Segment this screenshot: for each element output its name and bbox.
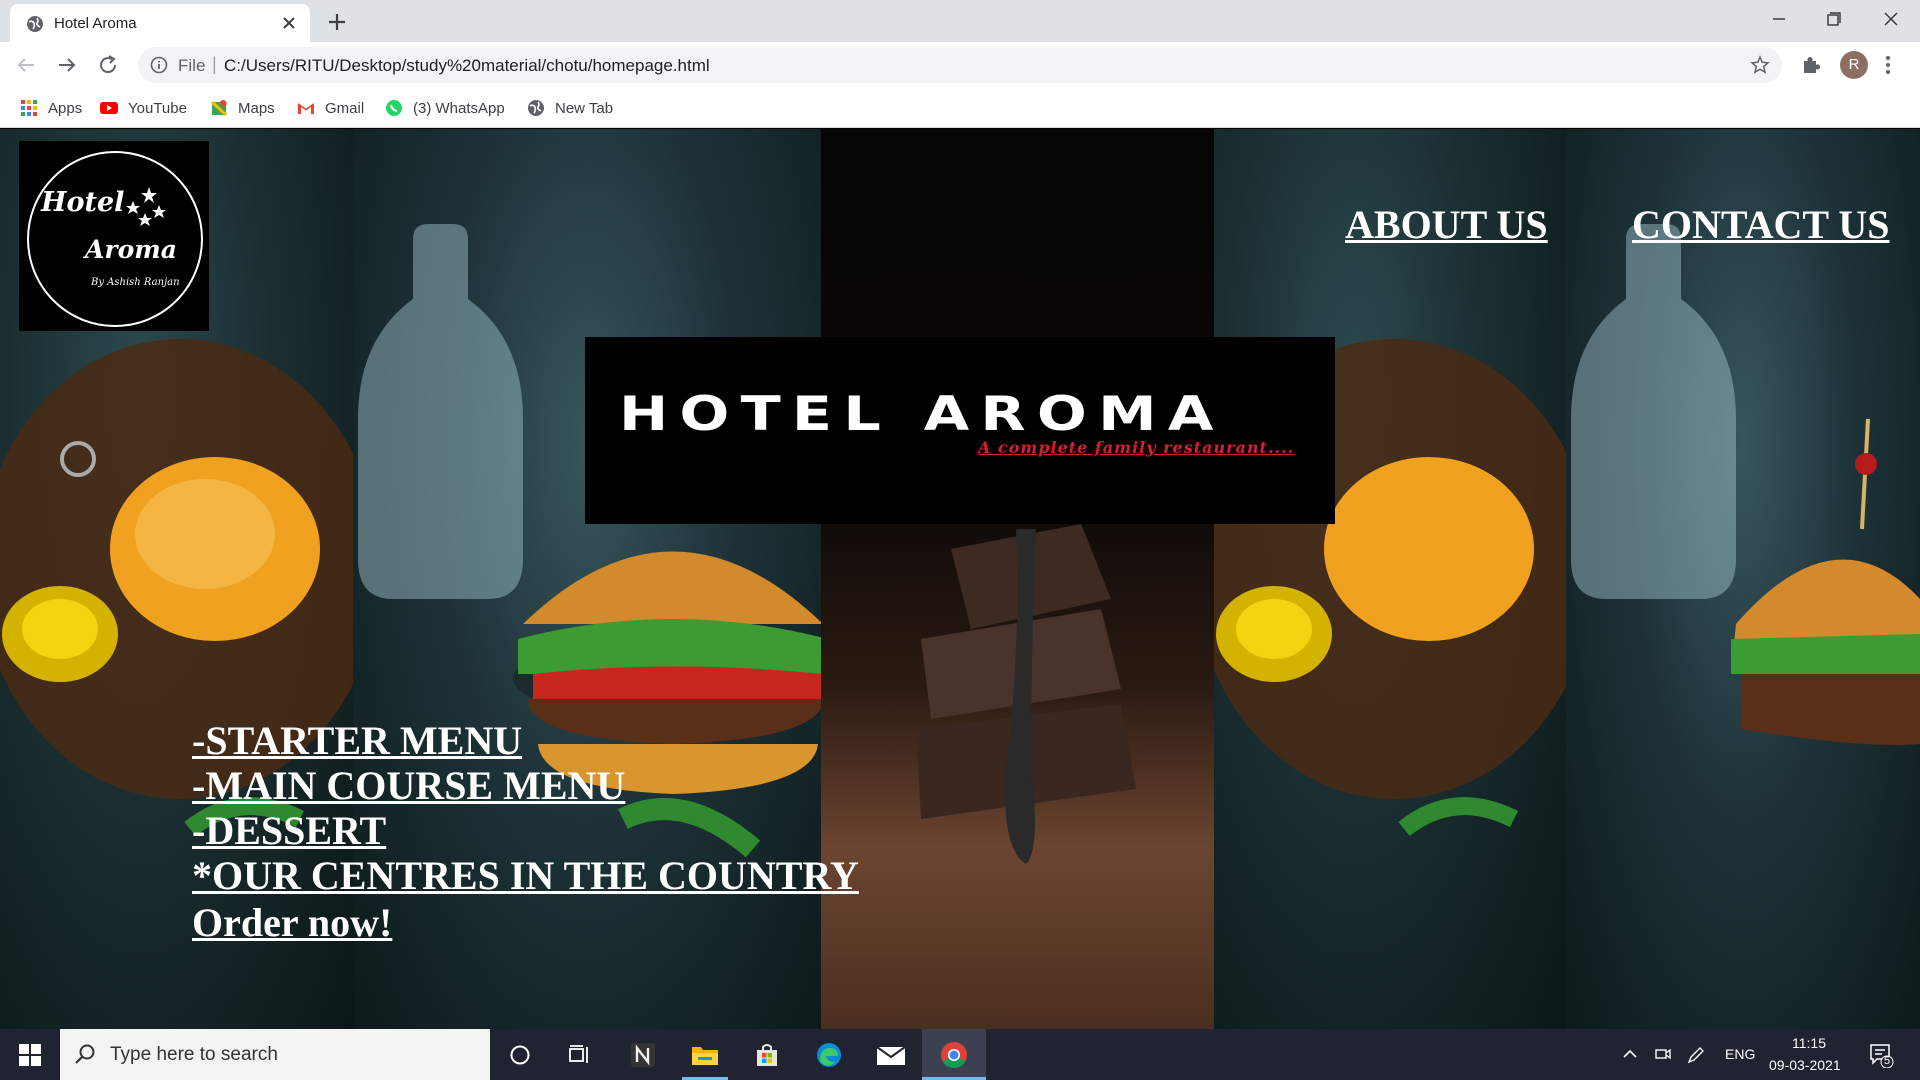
- folder-icon: [692, 1046, 718, 1065]
- close-tab-icon[interactable]: [280, 14, 298, 32]
- tab-title: Hotel Aroma: [54, 15, 137, 32]
- search-placeholder: Type here to search: [110, 1044, 278, 1065]
- bookmark-new-tab[interactable]: New Tab: [527, 96, 613, 120]
- hotel-aroma-logo: Hotel Aroma By Ashish Ranjan: [19, 141, 209, 331]
- about-us-link[interactable]: ABOUT US: [1345, 201, 1548, 248]
- restore-icon[interactable]: [1820, 8, 1846, 30]
- browser-toolbar: File | C:/Users/RITU/Desktop/study%20mat…: [0, 42, 1920, 88]
- bookmark-label: (3) WhatsApp: [413, 99, 505, 117]
- mail-envelope-icon: [876, 1045, 906, 1065]
- meet-now-icon[interactable]: [1654, 1045, 1672, 1063]
- bookmark-star-icon[interactable]: [1750, 55, 1770, 75]
- order-now-link[interactable]: Order now!: [192, 900, 859, 945]
- banner-title: HOTEL AROMA: [619, 387, 1225, 442]
- taskbar-app-file-explorer[interactable]: [682, 1029, 728, 1080]
- minimize-icon[interactable]: [1766, 8, 1792, 30]
- hotel-aroma-homepage: Hotel Aroma By Ashish Ranjan ABOUT US CO…: [0, 129, 1920, 1029]
- search-icon: [75, 1044, 95, 1064]
- back-arrow-icon[interactable]: [14, 53, 38, 77]
- task-view-icon: [569, 1044, 588, 1063]
- taskbar-app-notion[interactable]: [620, 1029, 666, 1080]
- globe-icon: [27, 16, 43, 32]
- bookmark-apps[interactable]: Apps: [20, 96, 82, 120]
- url-scheme: File: [178, 56, 206, 75]
- stars-icon: [126, 187, 166, 226]
- bookmarks-bar: Apps YouTube Maps Gmail (3) WhatsApp New…: [0, 88, 1920, 128]
- taskbar-app-edge[interactable]: [806, 1029, 852, 1080]
- forward-arrow-icon[interactable]: [55, 53, 79, 77]
- extensions-puzzle-icon[interactable]: [1800, 54, 1822, 76]
- chevron-up-icon[interactable]: [1622, 1047, 1638, 1061]
- apps-grid-icon: [21, 100, 37, 116]
- background-chocolate-panel: [821, 129, 1214, 1029]
- menu-links: -STARTER MENU -MAIN COURSE MENU -DESSERT…: [192, 718, 859, 945]
- burger-illustration-repeat: [1214, 339, 1566, 837]
- start-button[interactable]: [0, 1029, 60, 1080]
- profile-avatar[interactable]: R: [1840, 51, 1868, 79]
- bookmark-gmail[interactable]: Gmail: [297, 96, 364, 120]
- edge-icon: [817, 1042, 841, 1067]
- bookmark-label: Maps: [238, 99, 275, 117]
- task-view-button[interactable]: [558, 1029, 602, 1080]
- contact-us-link[interactable]: CONTACT US: [1632, 201, 1889, 248]
- notification-count-badge: 5: [1884, 1055, 1891, 1067]
- windows-taskbar: Type here to search ENG 11:15 09-03-2021…: [0, 1029, 1920, 1080]
- logo-text-hotel: Hotel: [41, 187, 125, 218]
- bookmark-whatsapp[interactable]: (3) WhatsApp: [385, 96, 505, 120]
- reload-icon[interactable]: [96, 53, 120, 77]
- gmail-icon: [298, 103, 314, 114]
- cortana-button[interactable]: [498, 1029, 542, 1080]
- new-tab-icon[interactable]: [326, 11, 348, 33]
- taskbar-app-mail[interactable]: [868, 1029, 914, 1080]
- notion-icon: [631, 1042, 655, 1067]
- bookmark-youtube[interactable]: YouTube: [100, 96, 187, 120]
- bookmark-maps[interactable]: Maps: [210, 96, 275, 120]
- hero-banner: HOTEL AROMA A complete family restaurant…: [585, 337, 1335, 524]
- burger-bottle-illustration-repeat: [1571, 224, 1920, 745]
- chrome-icon: [941, 1042, 967, 1069]
- clock-time[interactable]: 11:15: [1792, 1035, 1826, 1051]
- dessert-link[interactable]: -DESSERT: [192, 808, 859, 853]
- our-centres-link[interactable]: *OUR CENTRES IN THE COUNTRY: [192, 853, 859, 898]
- background-burger-panel-right-a: [1214, 129, 1566, 1029]
- language-indicator[interactable]: ENG: [1725, 1046, 1755, 1062]
- bookmark-label: New Tab: [555, 99, 614, 117]
- taskbar-search-box[interactable]: Type here to search: [60, 1029, 490, 1080]
- browser-tab-hotel-aroma[interactable]: Hotel Aroma: [10, 4, 310, 42]
- address-bar[interactable]: File | C:/Users/RITU/Desktop/study%20mat…: [138, 47, 1782, 83]
- background-burger-panel-right-b: [1566, 129, 1920, 1029]
- youtube-icon: [100, 102, 118, 114]
- clock-date[interactable]: 09-03-2021: [1769, 1057, 1841, 1073]
- cortana-circle-icon: [510, 1045, 530, 1064]
- logo-text-byline: By Ashish Ranjan: [91, 277, 180, 288]
- whatsapp-icon: [386, 100, 402, 116]
- main-course-menu-link[interactable]: -MAIN COURSE MENU: [192, 763, 859, 808]
- close-window-icon[interactable]: [1878, 8, 1904, 30]
- bookmark-label: YouTube: [128, 99, 187, 117]
- maps-icon: [210, 100, 228, 117]
- banner-subtitle: A complete family restaurant....: [978, 438, 1295, 457]
- info-icon[interactable]: [150, 56, 168, 74]
- globe-icon: [528, 100, 544, 116]
- kebab-menu-icon[interactable]: [1884, 54, 1892, 76]
- tab-strip: Hotel Aroma: [0, 0, 1920, 42]
- logo-text-aroma: Aroma: [85, 235, 177, 264]
- windows-logo-icon: [19, 1043, 41, 1066]
- taskbar-app-store[interactable]: [744, 1029, 790, 1080]
- pen-workspace-icon[interactable]: [1686, 1045, 1706, 1065]
- url-separator: |: [212, 54, 217, 74]
- taskbar-app-chrome[interactable]: [922, 1029, 986, 1080]
- chocolate-illustration: [916, 524, 1136, 864]
- bookmark-label: Gmail: [325, 99, 365, 117]
- bookmark-label: Apps: [48, 99, 83, 117]
- store-bag-icon: [757, 1043, 777, 1066]
- url-text[interactable]: C:/Users/RITU/Desktop/study%20material/c…: [224, 56, 710, 76]
- starter-menu-link[interactable]: -STARTER MENU: [192, 718, 859, 763]
